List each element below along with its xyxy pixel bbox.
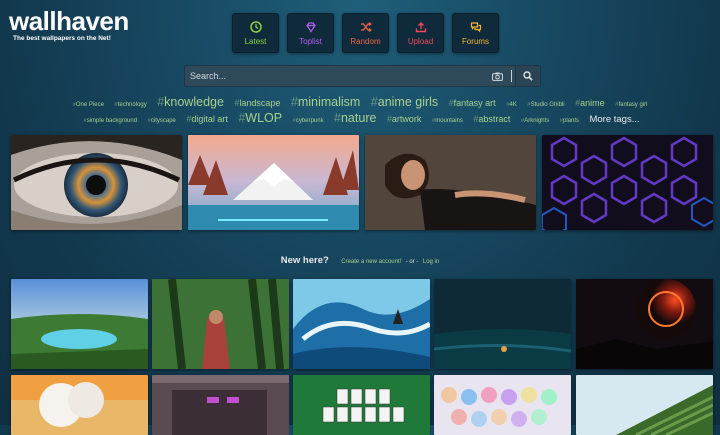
nav-random-button[interactable]: Random [342, 13, 389, 53]
mountain-image [188, 135, 359, 230]
tag-link[interactable]: #abstract [473, 114, 510, 124]
tag-link[interactable]: #fantasy art [449, 98, 496, 108]
wallpaper-thumb[interactable] [11, 279, 148, 369]
hexagon-image [542, 135, 713, 230]
wallpaper-thumb[interactable] [152, 375, 289, 435]
upload-icon [415, 21, 426, 32]
wallpaper-thumb[interactable] [293, 375, 430, 435]
nav-toplist-label: Toplist [299, 36, 322, 46]
tag-row-2: #simple background #cityscape #digital a… [0, 110, 720, 126]
tag-link[interactable]: #One Piece [73, 102, 104, 108]
search-icon [523, 71, 533, 81]
featured-wallpaper-portrait[interactable] [365, 135, 536, 230]
nav-latest-button[interactable]: Latest [232, 13, 279, 53]
nav-toplist-button[interactable]: Toplist [287, 13, 334, 53]
tag-link[interactable]: #WLOP [238, 111, 282, 125]
tag-link[interactable]: #fantasy girl [615, 102, 647, 108]
tag-link[interactable]: #cyberpunk [293, 118, 324, 124]
tag-link[interactable]: #knowledge [157, 95, 224, 109]
nav-latest-label: Latest [244, 36, 267, 46]
tag-link[interactable]: #minimalism [291, 95, 360, 109]
search-divider [511, 70, 512, 82]
popular-tags: #One Piece #technology #knowledge #lands… [0, 94, 720, 126]
search-bar [184, 65, 541, 87]
chat-icon [470, 21, 481, 32]
logo-title: wallhaven [9, 6, 129, 36]
wallpaper-thumb[interactable] [293, 279, 430, 369]
tag-link[interactable]: #technology [114, 102, 146, 108]
nav-upload-button[interactable]: Upload [397, 13, 444, 53]
tag-link[interactable]: #plants [560, 118, 579, 124]
nav-upload-label: Upload [407, 36, 434, 46]
tag-link[interactable]: #anime [575, 98, 605, 108]
or-separator: - or - [405, 259, 419, 265]
tag-row-1: #One Piece #technology #knowledge #lands… [0, 94, 720, 110]
wallpaper-thumb[interactable] [576, 375, 713, 435]
wallpaper-thumb[interactable] [152, 279, 289, 369]
clock-icon [249, 20, 262, 33]
wallpaper-thumb[interactable] [434, 279, 571, 369]
search-input[interactable] [185, 66, 486, 86]
logo-tagline: The best wallpapers on the Net! [13, 35, 111, 42]
featured-wallpaper-hexagon[interactable] [542, 135, 713, 230]
wallpaper-thumb[interactable] [11, 375, 148, 435]
nav-forums-label: Forums [461, 36, 490, 46]
camera-icon[interactable] [486, 66, 508, 86]
more-tags-link[interactable]: More tags... [589, 114, 639, 125]
portrait-image [365, 135, 536, 230]
tag-link[interactable]: #mountains [432, 118, 463, 124]
new-here-heading: New here? [280, 255, 329, 266]
tag-link[interactable]: #digital art [186, 114, 228, 124]
tag-link[interactable]: #landscape [234, 98, 280, 108]
main-nav: Latest Toplist Random Upload Forums [232, 13, 499, 53]
tag-link[interactable]: #artwork [387, 114, 422, 124]
search-button[interactable] [515, 66, 540, 86]
tag-link[interactable]: #Studio Ghibli [527, 102, 564, 108]
wallpaper-thumb[interactable] [576, 279, 713, 369]
site-logo[interactable]: wallhaven The best wallpapers on the Net… [9, 8, 129, 42]
tag-link[interactable]: #Arknights [521, 118, 549, 124]
featured-wallpaper-mountain[interactable] [188, 135, 359, 230]
featured-wallpaper-eye[interactable] [11, 135, 182, 230]
tag-link[interactable]: #4K [506, 102, 517, 108]
signup-prompt: New here? Create a new account! - or - L… [0, 250, 720, 268]
tag-link[interactable]: #cityscape [148, 118, 176, 124]
diamond-icon [305, 21, 316, 33]
eye-image [11, 135, 182, 230]
tag-link[interactable]: #simple background [83, 118, 137, 124]
tag-link[interactable]: #nature [334, 111, 376, 125]
wallpaper-thumb[interactable] [434, 375, 571, 435]
tag-link[interactable]: #anime girls [371, 95, 438, 109]
login-link[interactable]: Log in [423, 259, 439, 265]
shuffle-icon [360, 21, 372, 32]
nav-forums-button[interactable]: Forums [452, 13, 499, 53]
nav-random-label: Random [350, 36, 381, 46]
create-account-link[interactable]: Create a new account! [341, 259, 401, 265]
